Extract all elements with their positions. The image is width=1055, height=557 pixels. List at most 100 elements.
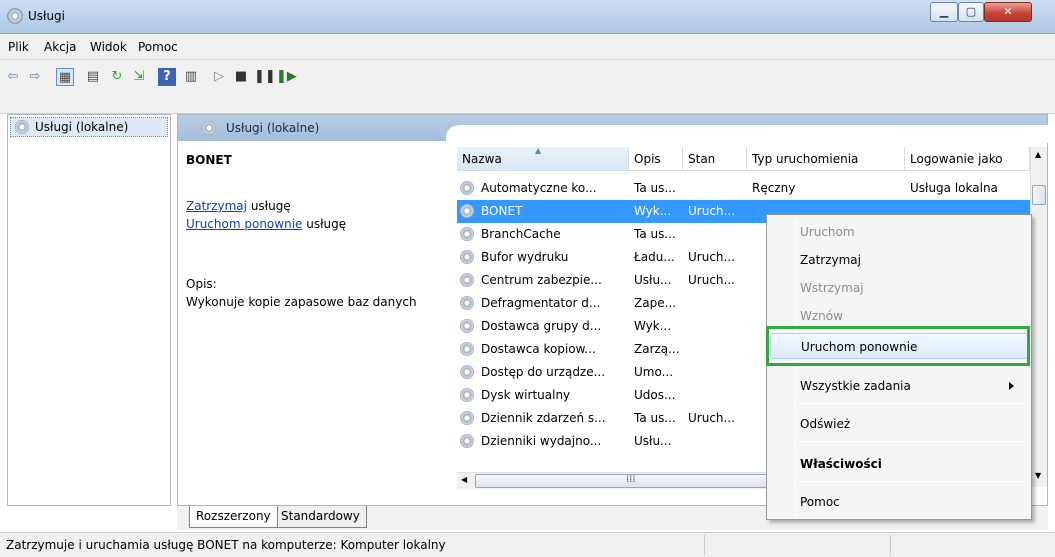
panel-header: Usługi (lokalne) (178, 115, 1048, 143)
highlight-box (766, 326, 1030, 366)
scroll-up-icon[interactable]: ▲ (1035, 150, 1041, 159)
menu-item-stop[interactable]: Zatrzymaj (770, 247, 1028, 273)
export-icon[interactable]: ⇲ (130, 68, 148, 86)
sort-ascending-icon: ▲ (535, 146, 542, 155)
menu-separator (798, 367, 1026, 368)
service-icon (460, 388, 474, 402)
column-description[interactable]: Opis (629, 147, 683, 171)
cell-name: BranchCache (481, 227, 561, 241)
cell-name: Dostawca kopiow... (481, 342, 596, 356)
cell-state: Uruch... (688, 273, 735, 287)
menu-view[interactable]: Widok (90, 40, 127, 54)
cell-desc: Ładu... (634, 250, 675, 264)
menu-item-help[interactable]: Pomoc (770, 489, 1028, 515)
menu-item-all-tasks[interactable]: Wszystkie zadania (770, 373, 1028, 399)
cell-name: Dostęp do urządze... (481, 365, 606, 379)
menu-bar: Plik Akcja Widok Pomoc (0, 34, 1055, 60)
restart-link[interactable]: Uruchom ponownie (186, 217, 302, 231)
help-icon[interactable]: ? (158, 68, 176, 86)
service-icon (460, 204, 474, 218)
status-bar: Zatrzymuje i uruchamia usługę BONET na k… (0, 532, 1055, 557)
menu-item-label: Wszystkie zadania (800, 379, 911, 393)
cell-name: Dziennik zdarzeń s... (481, 411, 606, 425)
forward-icon[interactable]: ⇨ (26, 68, 44, 86)
menu-separator (798, 481, 1026, 482)
description-text: Wykonuje kopie zapasowe baz danych (186, 295, 417, 309)
cell-name: Defragmentator d... (481, 296, 601, 310)
vertical-scroll-thumb[interactable] (1032, 185, 1046, 205)
column-name[interactable]: Nazwa ▲ (457, 146, 629, 171)
menu-separator (798, 403, 1026, 404)
cell-desc: Zape... (634, 296, 677, 310)
console-tree: Usługi (lokalne) (7, 114, 171, 506)
status-divider (704, 535, 705, 555)
restart-suffix: usługę (302, 217, 347, 231)
panel-title: Usługi (lokalne) (226, 121, 320, 135)
services-app-icon (7, 8, 23, 24)
horizontal-scroll-thumb[interactable]: ⁞⁞⁞ (475, 474, 795, 488)
cell-desc: Ta us... (634, 411, 676, 425)
service-icon (460, 181, 474, 195)
cell-desc: Usłu... (634, 434, 672, 448)
menu-item-refresh[interactable]: Odśwież (770, 411, 1028, 437)
menu-separator (798, 441, 1026, 442)
scroll-down-icon[interactable]: ▼ (1035, 471, 1041, 480)
minimize-button[interactable]: ▁ (930, 2, 958, 22)
grip-icon: ⁞⁞⁞ (626, 474, 636, 485)
tab-standard[interactable]: Standardowy (275, 506, 367, 528)
cell-desc: Usłu... (634, 273, 672, 287)
vertical-scrollbar[interactable]: ▲ ▼ (1030, 147, 1047, 487)
cell-desc: Wyk... (634, 204, 672, 218)
toolbar: ⇦ ⇨ ▦ ▤ ↻ ⇲ ? ▥ ▷ ■ ❚❚ ❚▶ (0, 60, 1055, 114)
column-startup-type[interactable]: Typ uruchomienia (747, 147, 905, 171)
scroll-left-icon[interactable]: ◀ (461, 475, 467, 484)
service-icon (460, 296, 474, 310)
cell-desc: Udos... (634, 388, 676, 402)
table-row[interactable]: Automatyczne ko... Ta us... Ręczny Usługa l… (457, 177, 1041, 200)
service-icon (460, 319, 474, 333)
back-icon[interactable]: ⇦ (4, 68, 22, 86)
restart-action: Uruchom ponownie usługę (186, 217, 346, 231)
stop-icon[interactable]: ■ (232, 68, 250, 86)
menu-item-properties[interactable]: Właściwości (770, 451, 1028, 477)
tab-extended[interactable]: Rozszerzony (189, 506, 278, 528)
maximize-button[interactable]: ▢ (958, 2, 984, 22)
menu-action[interactable]: Akcja (44, 40, 76, 54)
close-button[interactable]: ✕ (984, 2, 1032, 22)
pause-icon[interactable]: ❚❚ (254, 68, 276, 86)
cell-name: Dysk wirtualny (481, 388, 571, 402)
service-icon (460, 411, 474, 425)
properties-icon[interactable]: ▤ (84, 68, 102, 86)
cell-desc: Ta us... (634, 181, 676, 195)
column-state[interactable]: Stan (683, 147, 747, 171)
service-icon (460, 365, 474, 379)
services-icon (202, 121, 216, 135)
service-icon (460, 342, 474, 356)
tree-item-label: Usługi (lokalne) (35, 120, 129, 134)
status-divider (890, 535, 891, 555)
refresh-icon[interactable]: ↻ (108, 68, 126, 86)
stop-link[interactable]: Zatrzymaj (186, 199, 247, 213)
services-icon (15, 120, 29, 134)
cell-state: Uruch... (688, 250, 735, 264)
status-text: Zatrzymuje i uruchamia usługę BONET na k… (6, 538, 446, 552)
start-icon[interactable]: ▷ (210, 68, 228, 86)
column-logon-as[interactable]: Logowanie jako (905, 147, 1030, 171)
cell-startup: Ręczny (752, 181, 796, 195)
console-tree-icon[interactable]: ▦ (56, 68, 74, 86)
show-hide-icon[interactable]: ▥ (182, 68, 200, 86)
menu-item-start[interactable]: Uruchom (770, 219, 1028, 245)
service-icon (460, 227, 474, 241)
menu-item-pause[interactable]: Wstrzymaj (770, 275, 1028, 301)
title-bar: Usługi ▁ ▢ ✕ (0, 0, 1055, 34)
service-icon (460, 250, 474, 264)
cell-name: Automatyczne ko... (481, 181, 597, 195)
menu-help[interactable]: Pomoc (138, 40, 178, 54)
window-title: Usługi (28, 9, 66, 23)
menu-file[interactable]: Plik (8, 40, 29, 54)
resume-icon[interactable]: ❚▶ (276, 68, 297, 86)
cell-name: BONET (481, 204, 523, 218)
cell-logon: Usługa lokalna (910, 181, 998, 195)
service-name: BONET (186, 153, 232, 167)
tree-item-local-services[interactable]: Usługi (lokalne) (10, 117, 168, 137)
